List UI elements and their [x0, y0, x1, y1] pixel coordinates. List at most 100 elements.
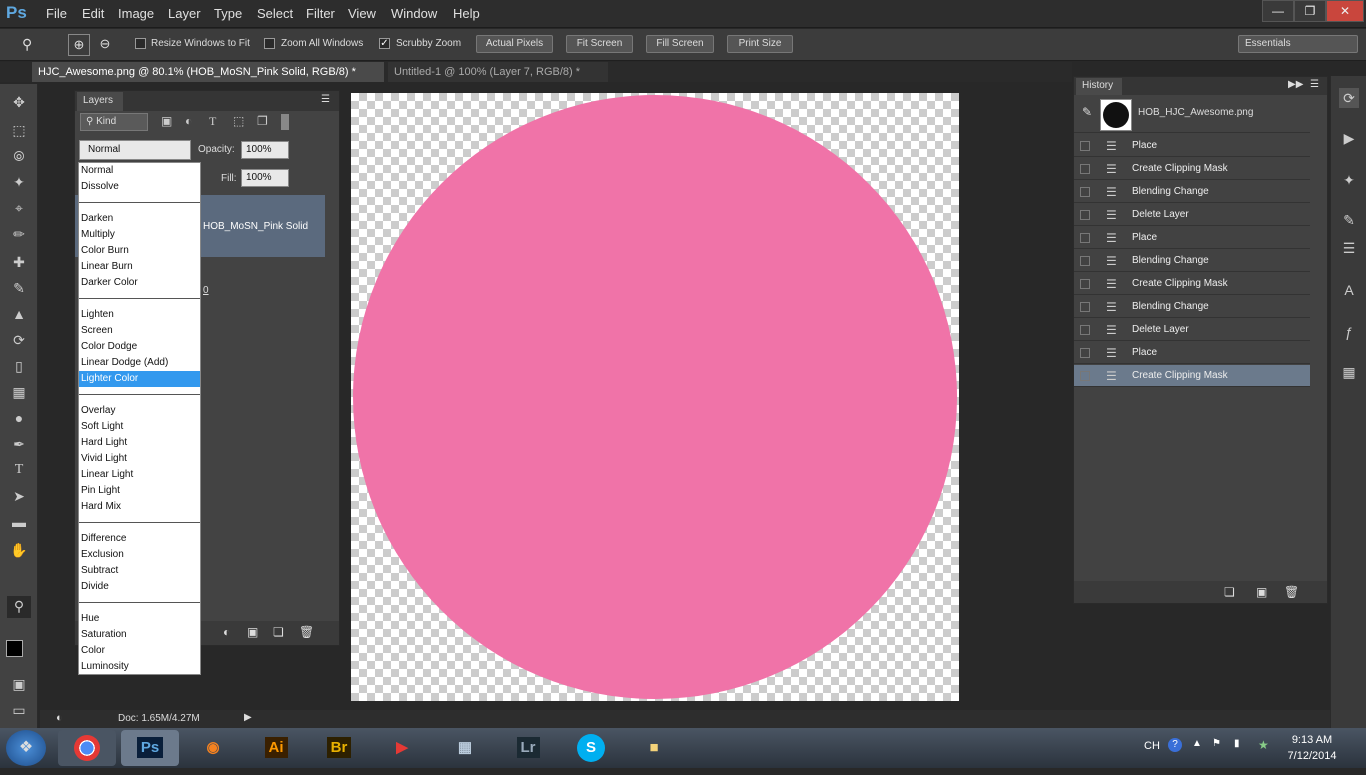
blend-option[interactable]: Normal: [79, 163, 200, 179]
history-brush-icon[interactable]: ⟳: [9, 330, 29, 350]
blend-option[interactable]: Linear Light: [79, 467, 200, 483]
status-arrow-icon[interactable]: ▶: [244, 712, 252, 723]
blend-mode-select[interactable]: Normal: [79, 140, 191, 160]
brush-tool-icon[interactable]: ✎: [9, 278, 29, 298]
menu-edit[interactable]: Edit: [82, 6, 104, 21]
adjustments-icon[interactable]: ☰: [1339, 238, 1359, 258]
tab-hjc-awesome[interactable]: HJC_Awesome.png @ 80.1% (HOB_MoSN_Pink S…: [32, 62, 384, 82]
path-selection-icon[interactable]: ➤: [9, 486, 29, 506]
lasso-tool-icon[interactable]: ⦾: [9, 146, 29, 166]
menu-view[interactable]: View: [348, 6, 376, 21]
history-menu-icon[interactable]: ☰: [1310, 79, 1319, 90]
menu-image[interactable]: Image: [118, 6, 154, 21]
actions-play-icon[interactable]: ▶: [1339, 128, 1359, 148]
fill-input[interactable]: 100%: [241, 169, 289, 187]
history-item[interactable]: ☰ Create Clipping Mask: [1074, 365, 1310, 387]
illustrator-icon[interactable]: Ai: [247, 730, 305, 766]
panel-menu-icon[interactable]: ☰: [321, 94, 330, 105]
foreground-color-swatch[interactable]: [6, 640, 23, 657]
screen-mode-icon[interactable]: ▭: [9, 700, 29, 720]
zoom-all-checkbox[interactable]: [264, 38, 275, 49]
history-item[interactable]: ☰ Place: [1074, 135, 1310, 157]
workspace-select[interactable]: Essentials: [1238, 35, 1358, 53]
skype-icon[interactable]: S: [562, 730, 620, 766]
explorer-folder-icon[interactable]: ■: [625, 730, 683, 766]
crop-tool-icon[interactable]: ⌖: [9, 198, 29, 218]
quick-mask-icon[interactable]: ▣: [9, 674, 29, 694]
camera-icon[interactable]: ▣: [1256, 585, 1267, 599]
dodge-tool-icon[interactable]: ●: [9, 408, 29, 428]
history-item[interactable]: ☰ Create Clipping Mask: [1074, 273, 1310, 295]
type-tool-icon[interactable]: T: [9, 460, 29, 480]
filter-toggle[interactable]: [281, 114, 289, 130]
bridge-icon[interactable]: Br: [310, 730, 368, 766]
volume-icon[interactable]: ★: [1258, 738, 1269, 752]
history-brush-source-icon[interactable]: ✎: [1082, 105, 1092, 119]
history-source-checkbox[interactable]: [1080, 302, 1090, 312]
zoom-in-icon[interactable]: ⊕: [68, 34, 90, 56]
history-source-checkbox[interactable]: [1080, 233, 1090, 243]
blend-option[interactable]: Color Dodge: [79, 339, 200, 355]
history-source-checkbox[interactable]: [1080, 256, 1090, 266]
calculator-icon[interactable]: ▦: [436, 730, 494, 766]
gradient-tool-icon[interactable]: ▦: [9, 382, 29, 402]
print-size-button[interactable]: Print Size: [727, 35, 793, 53]
filter-type-icon[interactable]: T: [209, 114, 216, 129]
zoom-tool-icon[interactable]: ⚲: [7, 596, 31, 618]
scrubby-checkbox[interactable]: ✓: [379, 38, 390, 49]
blend-option[interactable]: Lighten: [79, 307, 200, 323]
snapshot-row[interactable]: ✎ HOB_HJC_Awesome.png: [1074, 95, 1310, 133]
collapse-icon[interactable]: ▶▶: [1288, 79, 1303, 90]
filter-pixel-icon[interactable]: ▣: [161, 114, 172, 128]
menu-select[interactable]: Select: [257, 6, 293, 21]
rectangle-tool-icon[interactable]: ▬: [9, 512, 29, 532]
pen-tool-icon[interactable]: ✒: [9, 434, 29, 454]
network-icon[interactable]: ▮: [1234, 738, 1240, 749]
blend-option[interactable]: Lighter Color: [79, 371, 200, 387]
history-source-checkbox[interactable]: [1080, 187, 1090, 197]
blend-option[interactable]: Difference: [79, 531, 200, 547]
blend-option[interactable]: Hard Mix: [79, 499, 200, 515]
blend-option[interactable]: Linear Dodge (Add): [79, 355, 200, 371]
blend-option[interactable]: Screen: [79, 323, 200, 339]
new-group-icon[interactable]: ▣: [247, 625, 258, 639]
firefox-icon[interactable]: ◉: [184, 730, 242, 766]
history-source-checkbox[interactable]: [1080, 348, 1090, 358]
blend-option[interactable]: Overlay: [79, 403, 200, 419]
blend-option[interactable]: Saturation: [79, 627, 200, 643]
start-button-icon[interactable]: ❖: [6, 730, 46, 766]
filter-shape-icon[interactable]: ⬚: [233, 114, 244, 128]
history-item[interactable]: ☰ Blending Change: [1074, 250, 1310, 272]
tray-arrow-icon[interactable]: ▲: [1192, 738, 1202, 749]
flag-icon[interactable]: ⚑: [1212, 738, 1221, 749]
photoshop-taskbar-icon[interactable]: Ps: [121, 730, 179, 766]
restore-button[interactable]: ❐: [1294, 0, 1326, 22]
menu-type[interactable]: Type: [214, 6, 242, 21]
menu-layer[interactable]: Layer: [168, 6, 201, 21]
adjustment-layer-icon[interactable]: ◐: [223, 625, 230, 639]
blend-option[interactable]: Luminosity: [79, 659, 200, 675]
zoom-out-icon[interactable]: ⊖: [94, 34, 116, 56]
blend-option[interactable]: Color: [79, 643, 200, 659]
minimize-button[interactable]: —: [1262, 0, 1294, 22]
history-source-checkbox[interactable]: [1080, 325, 1090, 335]
lightroom-icon[interactable]: Lr: [499, 730, 557, 766]
blend-option[interactable]: Divide: [79, 579, 200, 595]
menu-help[interactable]: Help: [453, 6, 480, 21]
history-source-checkbox[interactable]: [1080, 210, 1090, 220]
eyedropper-icon[interactable]: ✏: [9, 224, 29, 244]
marquee-tool-icon[interactable]: ⬚: [9, 120, 29, 140]
blend-option[interactable]: Darker Color: [79, 275, 200, 291]
layers-tab[interactable]: Layers: [77, 92, 123, 111]
history-item[interactable]: ☰ Delete Layer: [1074, 319, 1310, 341]
blend-option[interactable]: Color Burn: [79, 243, 200, 259]
menu-file[interactable]: File: [46, 6, 67, 21]
history-item[interactable]: ☰ Place: [1074, 342, 1310, 364]
magic-wand-icon[interactable]: ✦: [9, 172, 29, 192]
stamp-tool-icon[interactable]: ▲: [9, 304, 29, 324]
history-tab[interactable]: History: [1076, 78, 1122, 95]
history-source-checkbox[interactable]: [1080, 279, 1090, 289]
status-info-icon[interactable]: ◐: [56, 712, 63, 724]
eraser-tool-icon[interactable]: ▯: [9, 356, 29, 376]
clock-time[interactable]: 9:13 AM: [1282, 734, 1342, 746]
